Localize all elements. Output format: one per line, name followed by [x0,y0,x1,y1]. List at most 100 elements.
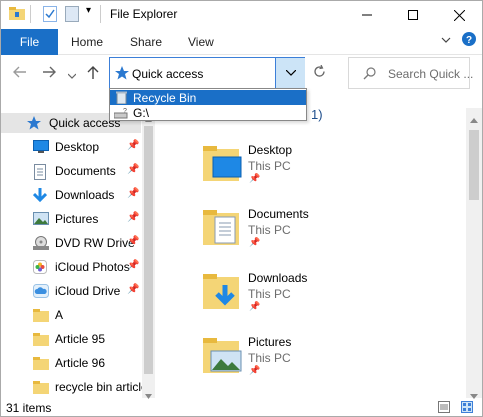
tab-share[interactable]: Share [130,35,162,49]
pin-icon: 📌 [249,365,261,375]
refresh-icon[interactable] [313,64,326,82]
dropdown-item-label: G:\ [133,105,150,120]
pin-icon: 📌 [249,237,261,247]
folder-app-icon [9,6,25,23]
new-folder-icon[interactable] [65,6,79,25]
divider [100,5,101,23]
pin-icon: 📌 [127,284,140,295]
dropdown-item-label: Recycle Bin [133,90,197,105]
divider [30,5,31,23]
address-dropdown-list: Recycle Bin ? G:\ [109,88,307,121]
file-explorer-window: ▾ File Explorer File Home Share View ? Q… [0,0,483,417]
search-input[interactable]: Search Quick ... [388,67,473,81]
dvd-drive-icon [33,236,49,250]
details-view-icon[interactable] [438,401,450,413]
sidebar-item-label: Downloads [55,188,115,202]
sidebar-item-downloads[interactable]: Downloads [32,184,115,206]
group-header-fragment[interactable]: 1) [311,107,323,122]
tab-view[interactable]: View [188,35,214,49]
item-name: Pictures [248,335,292,349]
content-scrollbar[interactable] [466,108,482,399]
recycle-bin-icon [112,91,130,104]
documents-icon [33,164,49,180]
folder-icon [33,332,49,346]
customize-toolbar-icon[interactable]: ▾ [86,5,91,16]
download-icon [32,188,49,203]
dropdown-item-g-drive[interactable]: ? G:\ [110,105,306,120]
large-icons-view-icon[interactable] [461,401,473,413]
scrollbar-thumb[interactable] [469,130,479,200]
title-bar: ▾ File Explorer [1,1,482,29]
up-arrow-icon[interactable] [87,66,99,83]
sidebar-item-label: DVD RW Drive [55,236,135,250]
tab-file[interactable]: File [1,29,58,55]
list-item-documents[interactable]: Documents This PC 📌 [201,203,451,257]
sidebar-item-pictures[interactable]: Pictures [33,208,98,230]
minimize-button[interactable] [344,1,390,29]
item-name: Documents [248,207,309,221]
sidebar-item-desktop[interactable]: Desktop [33,136,99,158]
ribbon: File Home Share View ? [1,29,482,55]
star-icon [115,66,129,83]
help-icon[interactable]: ? [462,32,476,49]
sidebar-item-documents[interactable]: Documents [33,160,116,182]
navigation-pane: Quick access Desktop 📌 Documents 📌 Downl… [1,107,157,397]
sidebar-item-label: Documents [55,164,116,178]
sidebar-item-article-96[interactable]: Article 96 [33,352,105,374]
status-bar: 31 items [1,397,482,417]
sidebar-item-label: recycle bin article [55,380,148,394]
sidebar-item-article-95[interactable]: Article 95 [33,328,105,350]
sidebar-item-icloud-photos[interactable]: iCloud Photos [33,256,130,278]
item-location: This PC [248,287,291,301]
pin-icon: 📌 [127,212,140,223]
sidebar-item-a[interactable]: A [33,304,63,326]
content-pane: 1) Desktop This PC 📌 Documents This PC 📌… [161,107,466,397]
star-icon [27,116,43,130]
svg-text:?: ? [123,108,127,115]
item-count: 31 items [6,401,52,415]
navigation-bar: Quick access Search Quick ... [1,56,482,92]
expand-ribbon-icon[interactable] [441,34,451,48]
sidebar-item-quick-access[interactable]: Quick access [27,112,120,134]
maximize-button[interactable] [390,1,436,29]
search-icon [363,67,376,83]
address-text[interactable]: Quick access [132,67,203,81]
downloads-folder-icon [201,271,243,311]
scroll-up-icon[interactable] [470,112,478,126]
sidebar-item-label: Article 96 [55,356,106,370]
item-name: Desktop [248,143,293,157]
svg-text:?: ? [466,35,472,46]
sidebar-item-label: A [55,308,64,322]
item-location: This PC [248,223,291,237]
address-dropdown-button[interactable] [275,58,305,88]
sidebar-item-recycle-bin-article[interactable]: recycle bin article [33,376,148,397]
pin-icon: 📌 [127,236,140,247]
list-item-pictures[interactable]: Pictures This PC 📌 [201,331,451,385]
window-title: File Explorer [110,7,178,21]
sidebar-item-label: Desktop [55,140,100,154]
desktop-folder-icon [201,143,243,183]
list-item-desktop[interactable]: Desktop This PC 📌 [201,139,451,193]
forward-arrow-icon[interactable] [42,66,56,81]
tab-home[interactable]: Home [71,35,103,49]
pin-icon: 📌 [249,301,261,311]
properties-icon[interactable] [43,6,57,25]
navpane-scrollbar[interactable] [142,108,155,399]
list-item-downloads[interactable]: Downloads This PC 📌 [201,267,451,321]
back-arrow-icon[interactable] [13,66,27,81]
sidebar-item-dvd-rw-drive[interactable]: DVD RW Drive [33,232,135,254]
sidebar-item-icloud-drive[interactable]: iCloud Drive [33,280,120,302]
search-box[interactable]: Search Quick ... [348,57,473,89]
item-location: This PC [248,159,291,173]
pin-icon: 📌 [127,164,140,175]
pin-icon: 📌 [127,140,140,151]
recent-locations-icon[interactable] [67,68,77,82]
address-bar[interactable]: Quick access [109,57,305,89]
folder-icon [33,380,49,394]
desktop-icon [33,140,49,154]
close-button[interactable] [436,1,482,29]
scrollbar-thumb[interactable] [144,126,153,374]
dropdown-item-recycle-bin[interactable]: Recycle Bin [110,90,306,105]
icloud-drive-icon [33,284,49,298]
pictures-icon [33,212,49,226]
